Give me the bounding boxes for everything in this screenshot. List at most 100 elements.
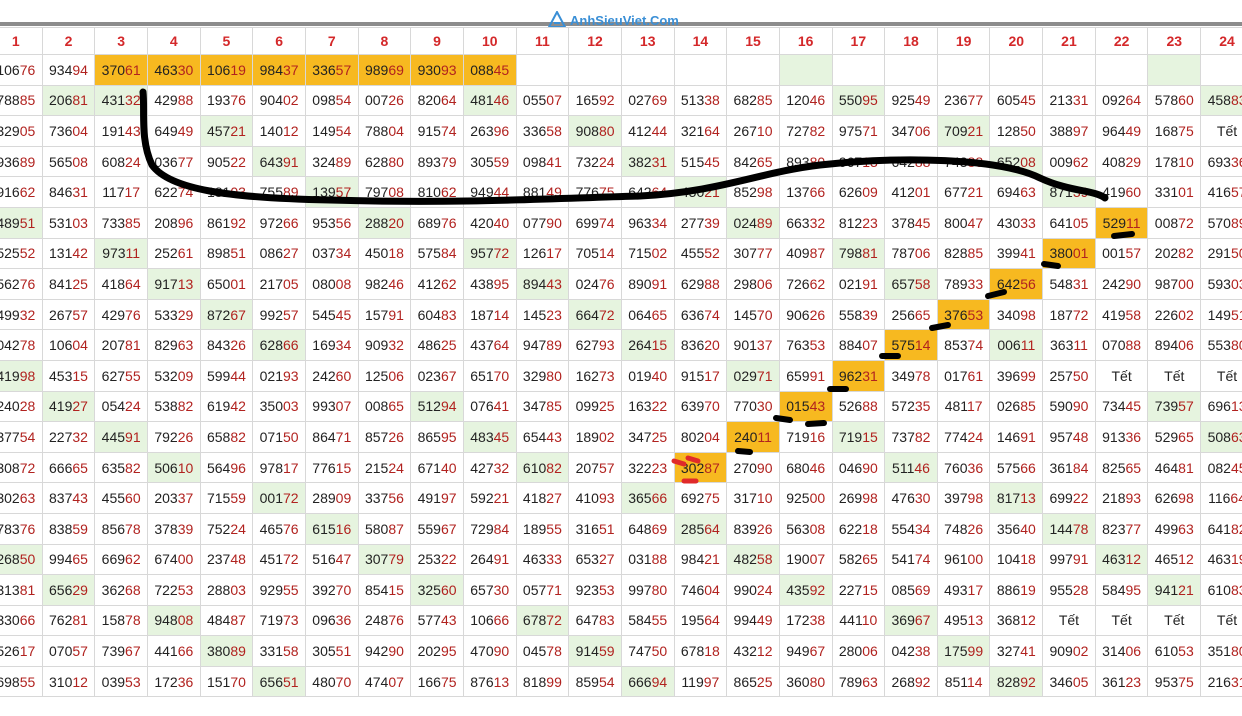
result-cell: 54831 xyxy=(1042,268,1096,300)
result-cell: 13142 xyxy=(41,237,96,270)
result-cell: 69855 xyxy=(0,665,43,698)
result-cell: Tết xyxy=(1042,604,1096,637)
result-cell: 71502 xyxy=(620,237,675,270)
result-cell: 02193 xyxy=(252,359,306,392)
result-cell: 97266 xyxy=(252,206,306,239)
result-cell: 83859 xyxy=(41,512,96,545)
result-cell: 77424 xyxy=(936,421,991,453)
result-cell: 36967 xyxy=(884,604,938,637)
table-row: 3087266665635825061056496978177761521524… xyxy=(0,451,1242,484)
result-cell: 61082 xyxy=(515,451,570,484)
result-cell: 30559 xyxy=(462,145,517,178)
result-cell: 77615 xyxy=(304,451,359,484)
result-cell: 33658 xyxy=(515,115,570,147)
result-cell: 45560 xyxy=(94,482,148,514)
result-cell: 24011 xyxy=(726,421,780,453)
result-cell: 47407 xyxy=(357,665,412,698)
result-cell: 90880 xyxy=(568,115,622,147)
result-cell: 24028 xyxy=(0,390,43,423)
result-cell: 21331 xyxy=(1042,84,1096,117)
result-cell: 69922 xyxy=(1042,482,1096,514)
result-cell: 57089 xyxy=(1200,206,1242,239)
result-cell: 18714 xyxy=(462,298,517,331)
result-cell: 20781 xyxy=(94,329,148,361)
result-cell: 92500 xyxy=(778,482,833,514)
result-cell: 56308 xyxy=(778,512,833,545)
result-cell: 66962 xyxy=(94,543,148,576)
result-cell: 02489 xyxy=(726,206,780,239)
result-cell: 45172 xyxy=(252,543,306,576)
result-cell: 34785 xyxy=(515,390,570,423)
result-cell: 26850 xyxy=(0,543,43,576)
result-cell: 20337 xyxy=(146,482,201,514)
result-cell: 08845 xyxy=(462,54,517,86)
result-cell: 16273 xyxy=(568,359,622,392)
result-cell: 87267 xyxy=(199,298,254,331)
result-cell: 84631 xyxy=(41,176,96,208)
result-cell: 27090 xyxy=(726,451,780,484)
result-cell: 54545 xyxy=(304,298,359,331)
result-cell: 22715 xyxy=(831,574,886,606)
result-cell: 69974 xyxy=(568,206,622,239)
result-cell: 88619 xyxy=(989,574,1044,606)
result-cell: 81899 xyxy=(515,665,570,698)
result-cell: 34605 xyxy=(1042,665,1096,698)
result-cell: 65651 xyxy=(252,665,306,698)
result-cell: 62274 xyxy=(146,176,201,208)
column-header: 17 xyxy=(831,27,886,55)
column-header: 24 xyxy=(1200,27,1242,55)
table-row: 2685099465669626740023748451725164730779… xyxy=(0,543,1242,576)
result-cell: 14691 xyxy=(989,421,1044,453)
result-cell: 56276 xyxy=(0,268,43,300)
result-cell: 97571 xyxy=(831,115,886,147)
result-cell: 02685 xyxy=(989,390,1044,423)
result-cell: 36812 xyxy=(989,604,1044,637)
result-cell: 76036 xyxy=(936,451,991,484)
result-cell: 38089 xyxy=(199,635,254,667)
result-cell: 46319 xyxy=(1200,543,1242,576)
result-cell: 39270 xyxy=(304,574,359,606)
result-cell: 33756 xyxy=(357,482,412,514)
result-cell: 77030 xyxy=(726,390,780,423)
result-cell: 60545 xyxy=(989,84,1044,117)
result-cell: 40987 xyxy=(778,237,833,270)
result-cell: 21631 xyxy=(1200,665,1242,698)
result-cell: 03734 xyxy=(304,237,359,270)
result-cell: 67400 xyxy=(146,543,201,576)
result-cell: 25261 xyxy=(146,237,201,270)
result-cell: 89406 xyxy=(1147,329,1202,361)
result-cell: 29806 xyxy=(726,268,780,300)
result-cell: 35640 xyxy=(989,512,1044,545)
result-cell: 00962 xyxy=(1042,145,1096,178)
result-cell: 30779 xyxy=(357,543,412,576)
result-cell: 64288 xyxy=(884,145,938,178)
column-header: 15 xyxy=(726,27,780,55)
result-cell: 94944 xyxy=(462,176,517,208)
result-cell: 48258 xyxy=(726,543,780,576)
column-header: 7 xyxy=(304,27,359,55)
table-row: 2402841927054245388261942350039930700865… xyxy=(0,390,1242,423)
column-header: 11 xyxy=(515,27,570,55)
result-cell: 85726 xyxy=(357,421,412,453)
result-cell: 42988 xyxy=(146,84,201,117)
result-cell: 51647 xyxy=(304,543,359,576)
result-cell: 42040 xyxy=(462,206,517,239)
result-cell: 55380 xyxy=(1200,329,1242,361)
result-cell: 26396 xyxy=(462,115,517,147)
result-cell: 69463 xyxy=(989,176,1044,208)
result-cell: 31406 xyxy=(1094,635,1149,667)
result-cell: 91713 xyxy=(146,268,201,300)
result-cell: 65629 xyxy=(41,574,96,606)
result-cell: 41998 xyxy=(0,359,43,392)
result-cell: 48117 xyxy=(936,390,991,423)
result-cell: 06465 xyxy=(620,298,675,331)
result-cell: 53209 xyxy=(146,359,201,392)
column-header: 18 xyxy=(884,27,938,55)
result-cell: 39699 xyxy=(989,359,1044,392)
result-cell: 09264 xyxy=(1094,84,1149,117)
result-cell: 99780 xyxy=(620,574,675,606)
result-cell: 73385 xyxy=(94,206,148,239)
result-cell: 62609 xyxy=(831,176,886,208)
result-cell: 37061 xyxy=(94,54,148,86)
result-cell: 40829 xyxy=(1094,145,1149,178)
